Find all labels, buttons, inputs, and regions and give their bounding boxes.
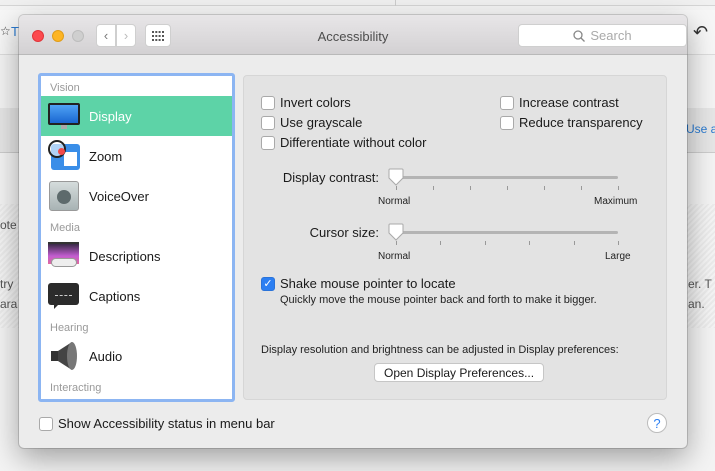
checkbox-label: Increase contrast bbox=[519, 95, 619, 110]
slider-knob[interactable] bbox=[388, 168, 404, 186]
sidebar-item-zoom[interactable]: Zoom bbox=[41, 136, 232, 176]
shake-description: Quickly move the mouse pointer back and … bbox=[280, 294, 597, 306]
background-text: ote bbox=[0, 218, 17, 232]
checkbox-label: Reduce transparency bbox=[519, 115, 643, 130]
audio-icon bbox=[48, 340, 80, 372]
section-vision: Vision bbox=[50, 82, 80, 94]
descriptions-icon bbox=[48, 240, 80, 272]
slider-tick bbox=[618, 186, 619, 190]
background-text: try bbox=[0, 277, 14, 291]
background-link-right[interactable]: Use ad bbox=[686, 122, 715, 136]
show-status-checkbox[interactable]: Show Accessibility status in menu bar bbox=[39, 416, 275, 431]
checkbox-label: Invert colors bbox=[280, 95, 351, 110]
background-top-bar bbox=[0, 0, 715, 6]
sidebar-item-label: Display bbox=[89, 108, 132, 124]
background-link[interactable]: T bbox=[11, 24, 19, 39]
accessibility-window: ‹ › Accessibility Search Vision Display … bbox=[19, 15, 687, 448]
background-divider bbox=[395, 0, 396, 6]
display-settings-panel: Invert colors Use grayscale Differentiat… bbox=[243, 75, 667, 400]
checkbox-label: Show Accessibility status in menu bar bbox=[58, 416, 275, 431]
slider-tick bbox=[507, 186, 508, 190]
contrast-max-label: Maximum bbox=[594, 196, 638, 207]
sidebar-item-display[interactable]: Display bbox=[41, 96, 232, 136]
cursor-size-slider[interactable] bbox=[388, 223, 634, 255]
slider-tick bbox=[581, 186, 582, 190]
sidebar-item-label: Zoom bbox=[89, 148, 123, 164]
differentiate-without-color-checkbox[interactable]: Differentiate without color bbox=[261, 135, 426, 150]
checkbox-label: Use grayscale bbox=[280, 115, 363, 130]
sidebar-item-label: Descriptions bbox=[89, 248, 161, 264]
checkbox-box[interactable] bbox=[261, 95, 275, 110]
use-grayscale-checkbox[interactable]: Use grayscale bbox=[261, 115, 362, 130]
slider-knob[interactable] bbox=[388, 223, 404, 241]
slider-tick bbox=[470, 186, 471, 190]
title-bar[interactable]: ‹ › Accessibility Search bbox=[19, 15, 687, 55]
sidebar-item-audio[interactable]: Audio bbox=[41, 336, 232, 376]
invert-colors-checkbox[interactable]: Invert colors bbox=[261, 95, 351, 110]
voiceover-icon bbox=[48, 180, 80, 212]
checkbox-box[interactable] bbox=[39, 416, 53, 431]
category-list[interactable]: Vision Display Zoom VoiceOver Media Desc… bbox=[38, 73, 235, 402]
sidebar-item-label: Captions bbox=[89, 288, 141, 304]
zoom-icon bbox=[48, 140, 80, 172]
sidebar-item-label: VoiceOver bbox=[89, 188, 149, 204]
captions-icon bbox=[48, 280, 80, 312]
slider-track[interactable] bbox=[396, 176, 618, 179]
slider-tick bbox=[618, 241, 619, 245]
background-text: an. bbox=[688, 297, 705, 311]
slider-tick bbox=[433, 186, 434, 190]
search-icon bbox=[573, 29, 586, 42]
slider-tick bbox=[396, 186, 397, 190]
search-input[interactable]: Search bbox=[518, 24, 687, 47]
checkbox-box[interactable] bbox=[500, 115, 514, 130]
sidebar-item-descriptions[interactable]: Descriptions bbox=[41, 236, 232, 276]
checkbox-box[interactable] bbox=[500, 95, 514, 110]
slider-tick bbox=[573, 241, 575, 245]
slider-track[interactable] bbox=[396, 231, 618, 234]
checkbox-label: Shake mouse pointer to locate bbox=[280, 276, 456, 291]
cursor-max-label: Large bbox=[605, 251, 631, 262]
sidebar-item-voiceover[interactable]: VoiceOver bbox=[41, 176, 232, 216]
reply-icon[interactable]: ↶ bbox=[693, 22, 708, 43]
cursor-size-label: Cursor size: bbox=[309, 225, 379, 240]
checkmark-icon[interactable]: ✓ bbox=[261, 276, 275, 291]
background-text: ara bbox=[0, 297, 18, 311]
cursor-min-label: Normal bbox=[378, 251, 411, 262]
contrast-min-label: Normal bbox=[378, 196, 411, 207]
checkbox-box[interactable] bbox=[261, 115, 275, 130]
display-contrast-label: Display contrast: bbox=[282, 170, 379, 185]
display-icon bbox=[48, 100, 80, 132]
help-button[interactable]: ? bbox=[647, 413, 667, 433]
slider-tick bbox=[440, 241, 442, 245]
reduce-transparency-checkbox[interactable]: Reduce transparency bbox=[500, 115, 643, 130]
checkbox-label: Differentiate without color bbox=[280, 135, 427, 150]
section-hearing: Hearing bbox=[50, 322, 89, 334]
background-text: er. T bbox=[688, 277, 712, 291]
slider-tick bbox=[529, 241, 531, 245]
slider-tick bbox=[484, 241, 486, 245]
checkbox-box[interactable] bbox=[261, 135, 275, 150]
open-display-preferences-button[interactable]: Open Display Preferences... bbox=[374, 363, 545, 382]
resolution-note: Display resolution and brightness can be… bbox=[261, 344, 619, 356]
increase-contrast-checkbox[interactable]: Increase contrast bbox=[500, 95, 619, 110]
slider-tick bbox=[396, 241, 397, 245]
shake-mouse-checkbox[interactable]: ✓ Shake mouse pointer to locate bbox=[261, 276, 456, 291]
search-placeholder: Search bbox=[590, 28, 632, 43]
section-media: Media bbox=[50, 222, 80, 234]
sidebar-item-label: Audio bbox=[89, 348, 123, 364]
slider-tick bbox=[544, 186, 545, 190]
section-interacting: Interacting bbox=[50, 382, 102, 394]
star-icon[interactable]: ☆ bbox=[0, 24, 11, 38]
sidebar-item-captions[interactable]: Captions bbox=[41, 276, 232, 316]
